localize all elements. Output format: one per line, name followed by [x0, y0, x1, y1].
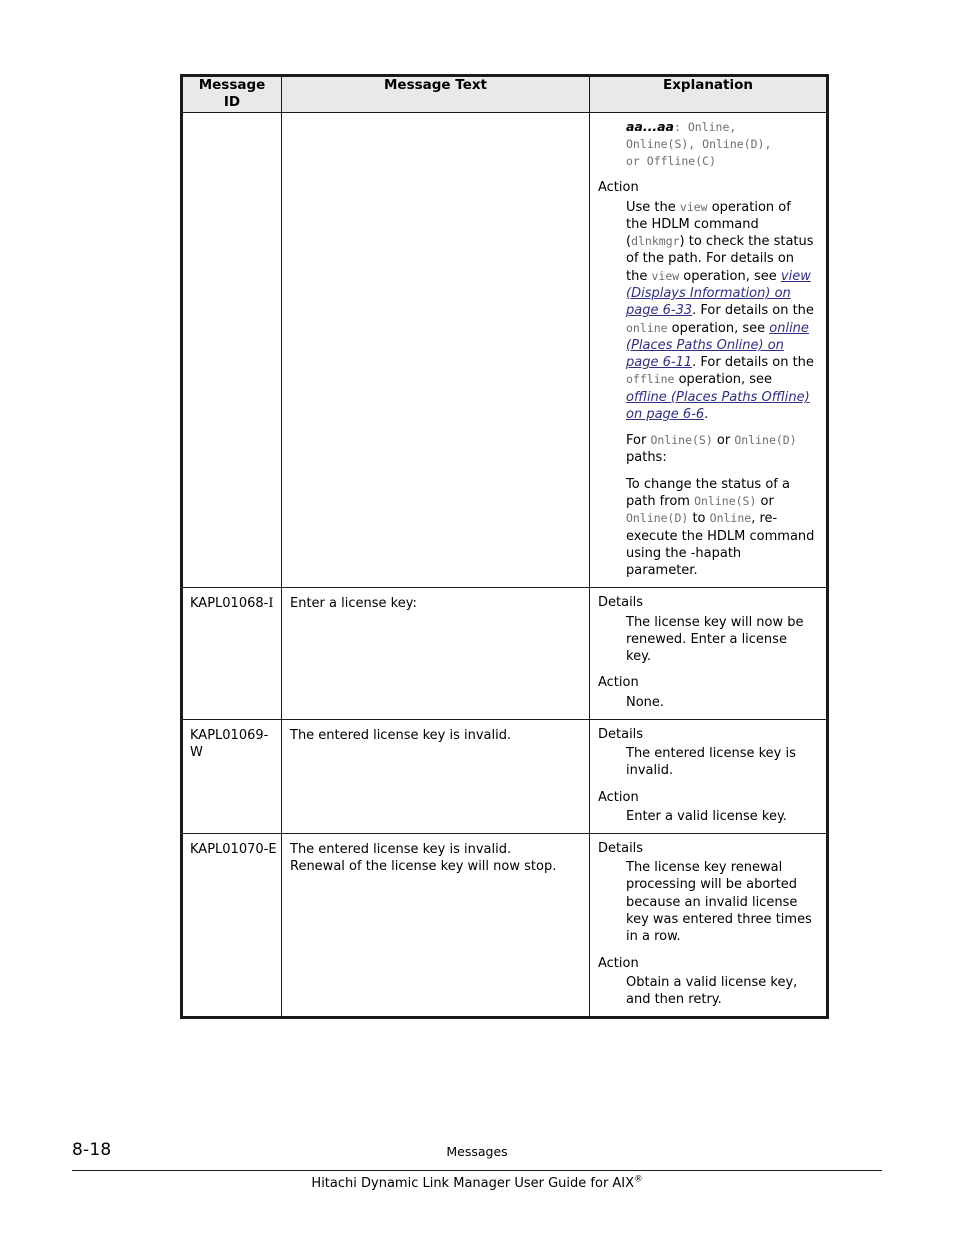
table-header-row: Message ID Message Text Explanation: [181, 75, 828, 113]
table-row: KAPL01070-E The entered license key is i…: [181, 833, 828, 1019]
action-body: Enter a valid license key.: [626, 808, 787, 824]
messages-table: Message ID Message Text Explanation aa..…: [180, 74, 829, 1020]
column-header-message-id: Message ID: [181, 75, 282, 113]
status-online-s-2: Online(S): [694, 494, 757, 509]
action-text-e: . For details on the: [692, 303, 814, 319]
details-label: Details: [598, 841, 644, 857]
table-row: KAPL01069- W The entered license key is i…: [181, 718, 828, 835]
table-row: aa...aa: Online, Online(S), Online(D), o…: [181, 111, 828, 589]
details-body: The license key will now be renewed. Ent…: [626, 614, 804, 665]
footer-top-row: 8-18 Messages: [0, 1140, 954, 1170]
cell-message-text: [281, 111, 590, 589]
cell-message-id: KAPL01068-I: [181, 587, 282, 720]
cell-message-id: KAPL01070-E: [181, 833, 282, 1019]
message-text-value: Enter a license key:: [290, 596, 417, 612]
message-id-value: KAPL01068-: [190, 596, 269, 612]
message-text-value: The entered license key is invalid.: [290, 727, 512, 743]
action-text-d: operation, see: [679, 268, 781, 284]
details-body: The entered license key is invalid.: [626, 746, 796, 779]
status-online-s: Online(S): [650, 433, 713, 448]
message-id-suffix: W: [190, 745, 203, 761]
command-offline: offline: [626, 372, 675, 387]
status-online-d: Online(D): [734, 433, 797, 448]
status-online-d-2: Online(D): [626, 511, 689, 526]
cell-message-id: [181, 111, 282, 589]
cell-explanation: Details The license key will now be rene…: [589, 587, 828, 720]
cell-explanation: Details The entered license key is inval…: [589, 718, 828, 835]
registered-trademark-icon: ®: [634, 1174, 643, 1185]
command-view: view: [679, 199, 708, 214]
message-text-line1: The entered license key is invalid.: [290, 842, 512, 858]
command-dlnkmgr: dlnkmgr: [631, 234, 680, 249]
action-text-i: .: [704, 406, 709, 422]
for-text-b: or: [712, 433, 735, 449]
action-paragraph-1: Use the view operation of the HDLM comma…: [598, 199, 816, 424]
variable-values-line2: Online(S), Online(D),: [626, 136, 772, 151]
action-label: Action: [598, 180, 639, 196]
cell-message-text: Enter a license key:: [281, 587, 590, 720]
table-row: KAPL01068-I Enter a license key: Details…: [181, 587, 828, 720]
action-text-a: Use the: [626, 199, 680, 215]
command-online: online: [626, 320, 668, 335]
table-body: aa...aa: Online, Online(S), Online(D), o…: [181, 111, 828, 1019]
action-label: Action: [598, 789, 639, 805]
cell-explanation: Details The license key renewal processi…: [589, 833, 828, 1019]
page-footer: 8-18 Messages Hitachi Dynamic Link Manag…: [0, 1140, 954, 1235]
for-text-a: For: [626, 433, 651, 449]
message-id-suffix: E: [268, 842, 277, 858]
cell-message-text: The entered license key is invalid.: [281, 718, 590, 835]
action-body: Obtain a valid license key, and then ret…: [626, 974, 798, 1008]
action-paragraph-2: For Online(S) or Online(D) paths:: [598, 432, 816, 467]
change-text-b: or: [756, 494, 774, 510]
for-text-c: paths:: [626, 450, 667, 466]
action-text-g: . For details on the: [692, 355, 814, 371]
variable-values-note: aa...aa: Online, Online(S), Online(D), o…: [598, 119, 816, 171]
variable-name: aa...aa: [626, 118, 674, 134]
footer-divider: [72, 1170, 882, 1171]
message-id-suffix: I: [268, 596, 274, 612]
action-text-h: operation, see: [674, 372, 773, 388]
footer-chapter-name: Messages: [446, 1144, 508, 1159]
cross-reference-offline[interactable]: offline (Places Paths Offline) on page 6…: [626, 390, 810, 422]
cell-message-text: The entered license key is invalid. Rene…: [281, 833, 590, 1019]
details-body: The license key renewal processing will …: [626, 860, 812, 945]
action-label: Action: [598, 675, 639, 691]
variable-separator: :: [674, 119, 688, 134]
footer-book-title-text: Hitachi Dynamic Link Manager User Guide …: [311, 1176, 635, 1191]
change-text-c: to: [688, 511, 710, 527]
status-online: Online: [709, 511, 752, 526]
column-header-explanation: Explanation: [589, 75, 828, 113]
cell-message-id: KAPL01069- W: [181, 718, 282, 835]
table-header: Message ID Message Text Explanation: [181, 75, 828, 113]
details-label: Details: [598, 726, 644, 742]
message-id-value: KAPL01070-: [190, 842, 269, 858]
action-text-f: operation, see: [667, 320, 770, 336]
footer-book-title: Hitachi Dynamic Link Manager User Guide …: [0, 1174, 954, 1191]
message-id-value: KAPL01069-: [190, 727, 268, 743]
column-header-message-id-line2: ID: [223, 94, 241, 111]
column-header-message-id-line1: Message: [198, 77, 266, 93]
column-header-message-text: Message Text: [281, 75, 590, 113]
command-view-2: view: [651, 268, 680, 283]
action-paragraph-3: To change the status of a path from Onli…: [598, 476, 816, 580]
details-label: Details: [598, 595, 644, 611]
variable-values-line3: or Offline(C): [626, 154, 717, 169]
message-text-line2: Renewal of the license key will now stop…: [290, 859, 557, 875]
variable-values-line1: Online,: [687, 119, 737, 134]
action-label: Action: [598, 955, 639, 971]
action-body: None.: [626, 694, 665, 710]
cell-explanation: aa...aa: Online, Online(S), Online(D), o…: [589, 111, 828, 589]
